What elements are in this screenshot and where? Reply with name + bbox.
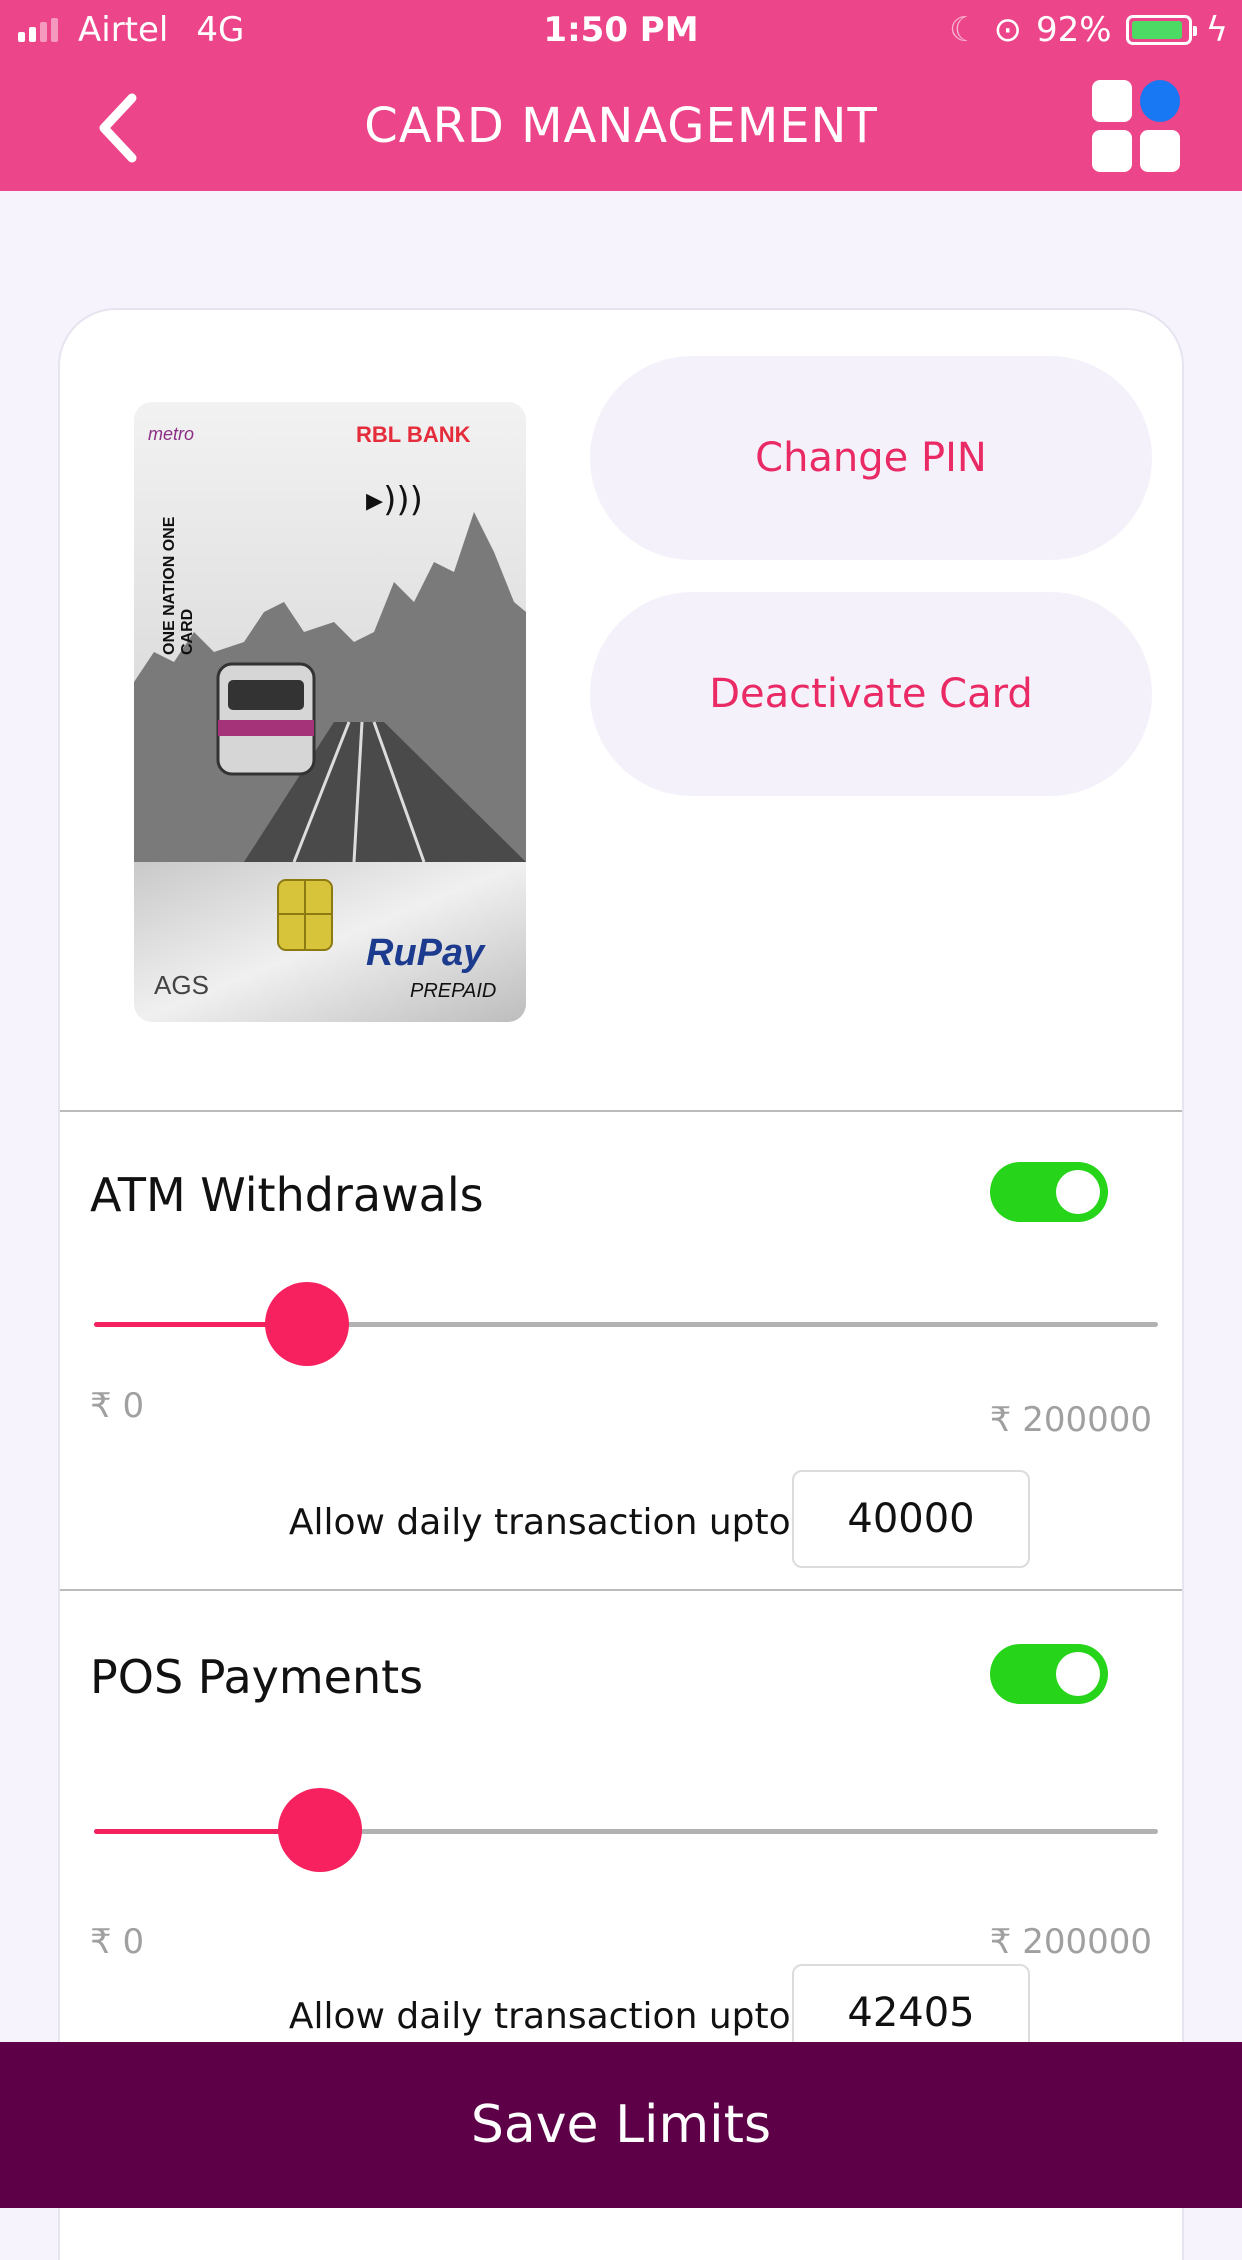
pos-title: POS Payments <box>90 1650 424 1704</box>
pos-max-label: ₹ 200000 <box>989 1922 1152 1962</box>
pos-slider-track[interactable] <box>94 1829 1158 1834</box>
contactless-icon: ▸))) <box>366 480 423 520</box>
atm-slider-thumb[interactable] <box>264 1282 349 1366</box>
atm-max-label: ₹ 200000 <box>989 1400 1152 1440</box>
battery-icon <box>1125 15 1197 45</box>
card-metro-logo: metro <box>148 424 195 444</box>
rupay-logo: RuPay <box>366 932 485 974</box>
card-bank-logo: RBL BANK <box>356 422 471 447</box>
pos-toggle[interactable] <box>990 1644 1108 1704</box>
moon-icon: ☾ <box>949 10 980 50</box>
app-header: Airtel 4G 1:50 PM ☾ ⊙ 92% ϟ CARD MANAGEM… <box>0 0 1242 191</box>
apps-grid-button[interactable] <box>1092 80 1182 172</box>
atm-title: ATM Withdrawals <box>90 1168 484 1222</box>
pos-min-label: ₹ 0 <box>90 1922 145 1962</box>
divider <box>60 1589 1182 1591</box>
battery-percent: 92% <box>1035 10 1112 50</box>
apps-grid-tile <box>1140 130 1180 172</box>
card-management-panel: metro RBL BANK ▸))) ONE NATION ONE CARD … <box>60 310 1182 2260</box>
card-ags-logo: AGS <box>154 970 209 1000</box>
atm-allow-label: Allow daily transaction upto ₹ <box>288 1502 825 1543</box>
divider <box>60 1110 1182 1112</box>
save-limits-button[interactable]: Save Limits <box>0 2042 1242 2208</box>
atm-min-label: ₹ 0 <box>90 1386 145 1426</box>
card-prepaid-label: PREPAID <box>410 980 497 1002</box>
card-tagline: ONE NATION ONE CARD <box>161 516 196 655</box>
toggle-knob <box>1056 1652 1100 1696</box>
rotation-lock-icon: ⊙ <box>993 10 1022 50</box>
apps-grid-dot <box>1140 80 1180 122</box>
status-bar: Airtel 4G 1:50 PM ☾ ⊙ 92% ϟ <box>0 0 1242 62</box>
change-pin-button[interactable]: Change PIN <box>590 356 1152 560</box>
page-title: CARD MANAGEMENT <box>364 98 878 154</box>
pos-slider-thumb[interactable] <box>277 1788 362 1872</box>
deactivate-card-button[interactable]: Deactivate Card <box>590 592 1152 796</box>
charging-icon: ϟ <box>1205 10 1228 50</box>
toggle-knob <box>1056 1170 1100 1214</box>
apps-grid-icon <box>1092 80 1132 122</box>
atm-slider-track[interactable] <box>94 1322 1158 1327</box>
atm-amount-input[interactable]: 40000 <box>792 1470 1030 1568</box>
atm-toggle[interactable] <box>990 1162 1108 1222</box>
pos-allow-label: Allow daily transaction upto ₹ <box>288 1996 825 2037</box>
card-image: metro RBL BANK ▸))) ONE NATION ONE CARD … <box>134 402 526 1022</box>
apps-grid-tile <box>1092 130 1132 172</box>
